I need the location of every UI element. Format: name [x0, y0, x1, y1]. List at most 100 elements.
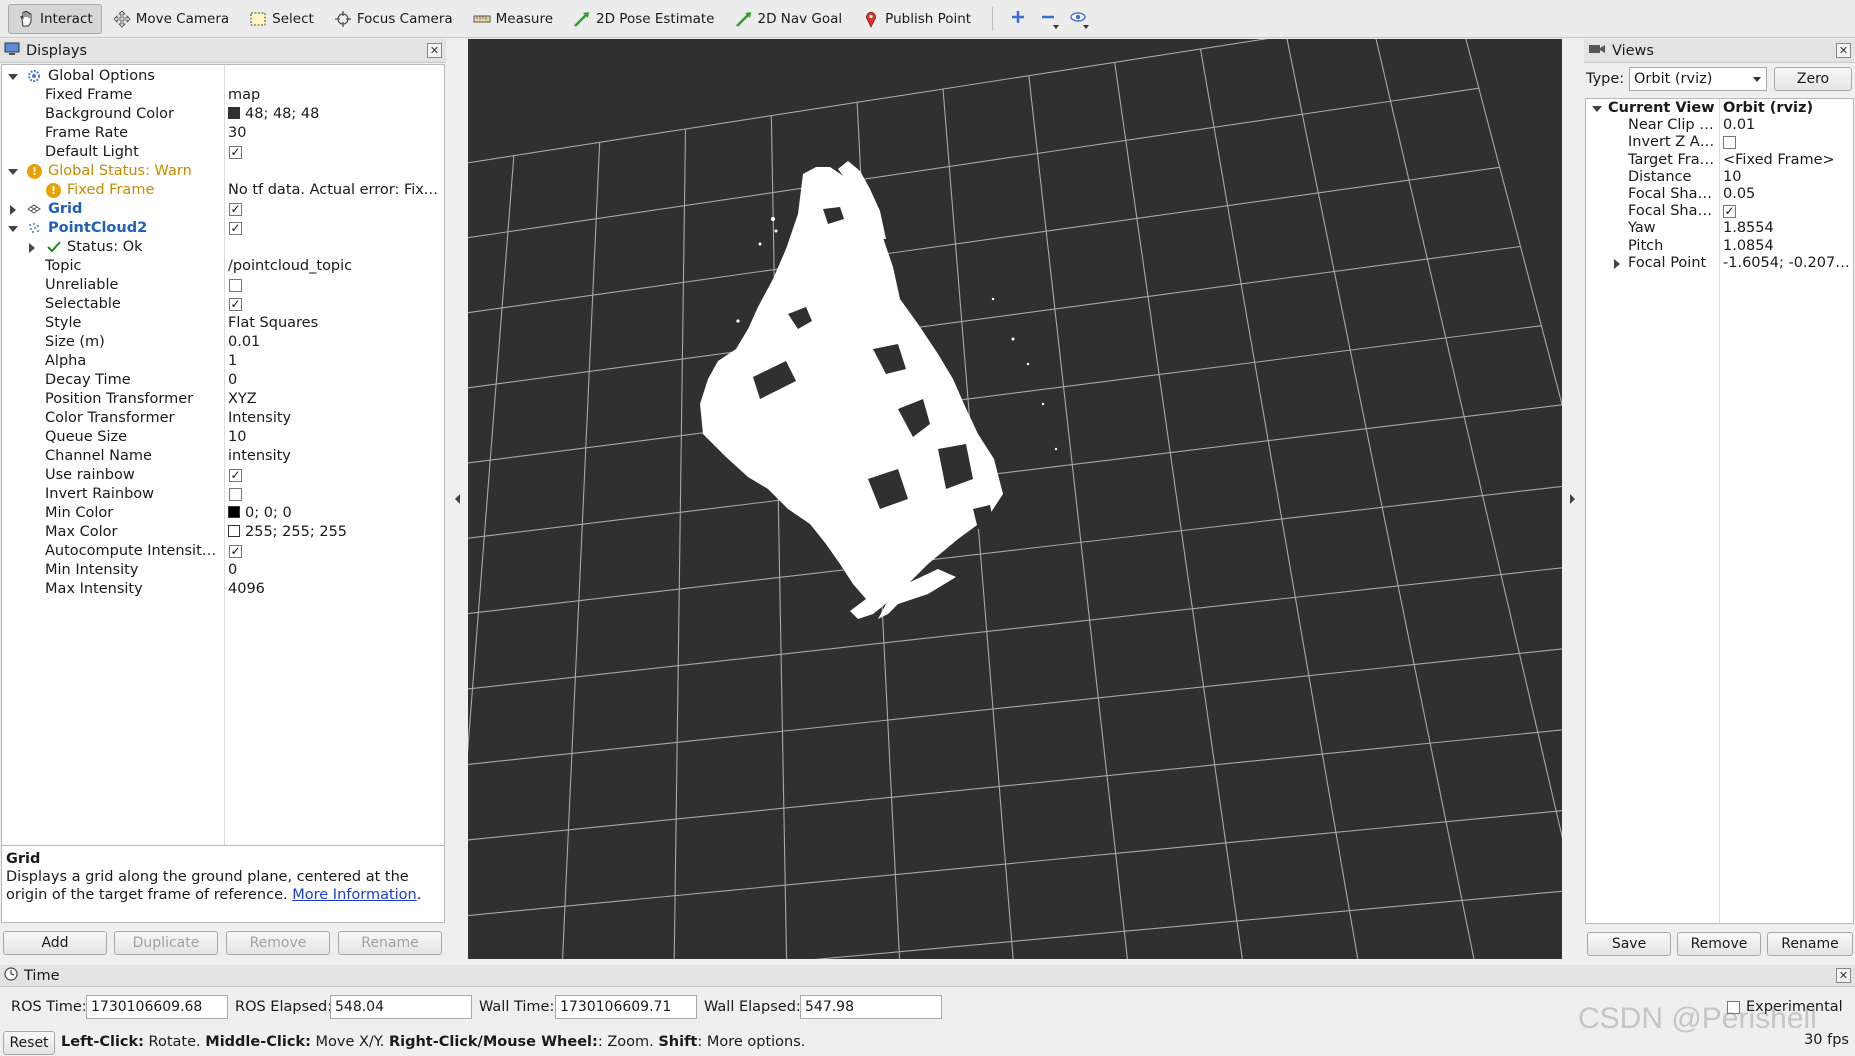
- display-property-row[interactable]: ! Fixed Frame No tf data. Actual error: Fi…: [2, 181, 444, 200]
- view-type-select[interactable]: Orbit (rviz): [1629, 67, 1767, 91]
- view-property-value[interactable]: 1.0854: [1723, 238, 1851, 254]
- view-property-row[interactable]: Invert Z Axis: [1586, 134, 1853, 151]
- view-property-value[interactable]: 0.05: [1723, 186, 1851, 202]
- expand-arrow-icon[interactable]: [8, 169, 18, 175]
- display-property-row[interactable]: Background Color 48; 48; 48: [2, 105, 444, 124]
- display-property-row[interactable]: Alpha 1: [2, 352, 444, 371]
- select-tool[interactable]: Select: [240, 4, 323, 34]
- display-property-row[interactable]: Min Intensity 0: [2, 561, 444, 580]
- render-viewport[interactable]: [468, 39, 1562, 959]
- wall-time-field[interactable]: 1730106609.71: [555, 995, 697, 1019]
- duplicate-display-button[interactable]: Duplicate: [114, 931, 218, 955]
- display-property-row[interactable]: Channel Name intensity: [2, 447, 444, 466]
- display-property-row[interactable]: Min Color 0; 0; 0: [2, 504, 444, 523]
- publish-point-tool[interactable]: Publish Point: [853, 4, 980, 34]
- display-property-row[interactable]: Fixed Frame map: [2, 86, 444, 105]
- property-value[interactable]: 48; 48; 48: [228, 106, 442, 122]
- view-property-row[interactable]: Current View Orbit (rviz): [1586, 100, 1853, 117]
- remove-display-button[interactable]: Remove: [226, 931, 330, 955]
- remove-tool-button[interactable]: [1033, 4, 1063, 34]
- view-property-value[interactable]: 1.8554: [1723, 220, 1851, 236]
- display-property-row[interactable]: Style Flat Squares: [2, 314, 444, 333]
- property-value[interactable]: 255; 255; 255: [228, 524, 442, 540]
- pose-estimate-tool[interactable]: 2D Pose Estimate: [564, 4, 723, 34]
- display-property-row[interactable]: Selectable ✓: [2, 295, 444, 314]
- display-property-row[interactable]: Autocompute Intensity Bounds ✓: [2, 542, 444, 561]
- view-tool-button[interactable]: [1063, 4, 1093, 34]
- display-property-row[interactable]: Decay Time 0: [2, 371, 444, 390]
- view-property-value[interactable]: 10: [1723, 169, 1851, 185]
- property-checkbox[interactable]: [229, 279, 242, 292]
- display-property-row[interactable]: Frame Rate 30: [2, 124, 444, 143]
- view-property-row[interactable]: Near Clip Distance 0.01: [1586, 117, 1853, 134]
- property-value[interactable]: intensity: [228, 448, 442, 464]
- display-property-row[interactable]: Use rainbow ✓: [2, 466, 444, 485]
- display-property-row[interactable]: Size (m) 0.01: [2, 333, 444, 352]
- display-property-row[interactable]: Grid ✓: [2, 200, 444, 219]
- property-checkbox[interactable]: ✓: [229, 469, 242, 482]
- display-property-row[interactable]: PointCloud2 ✓: [2, 219, 444, 238]
- display-property-row[interactable]: Invert Rainbow: [2, 485, 444, 504]
- rename-display-button[interactable]: Rename: [338, 931, 442, 955]
- property-value[interactable]: 4096: [228, 581, 442, 597]
- display-property-row[interactable]: Status: Ok: [2, 238, 444, 257]
- close-panel-button[interactable]: ✕: [1836, 43, 1851, 58]
- close-panel-button[interactable]: ✕: [427, 43, 442, 58]
- display-property-row[interactable]: ! Global Status: Warn: [2, 162, 444, 181]
- display-property-row[interactable]: Max Intensity 4096: [2, 580, 444, 599]
- property-value[interactable]: Intensity: [228, 410, 442, 426]
- view-property-row[interactable]: Focal Shape Size 0.05: [1586, 186, 1853, 203]
- remove-view-button[interactable]: Remove: [1677, 932, 1761, 956]
- collapse-arrow-icon[interactable]: [1614, 258, 1620, 269]
- view-property-row[interactable]: Pitch 1.0854: [1586, 238, 1853, 255]
- expand-arrow-icon[interactable]: [1592, 106, 1602, 112]
- display-property-row[interactable]: Max Color 255; 255; 255: [2, 523, 444, 542]
- more-information-link[interactable]: More Information: [292, 887, 417, 903]
- property-value[interactable]: Flat Squares: [228, 315, 442, 331]
- measure-tool[interactable]: Measure: [464, 4, 562, 34]
- property-checkbox[interactable]: ✓: [229, 203, 242, 216]
- wall-elapsed-field[interactable]: 547.98: [800, 995, 942, 1019]
- view-property-value[interactable]: -1.6054; -0.20797; 0: [1723, 255, 1851, 271]
- collapse-arrow-icon[interactable]: [10, 205, 16, 215]
- property-value[interactable]: 10: [228, 429, 442, 445]
- expand-arrow-icon[interactable]: [8, 226, 18, 232]
- display-property-row[interactable]: Global Options: [2, 67, 444, 86]
- expand-arrow-icon[interactable]: [8, 74, 18, 80]
- property-checkbox[interactable]: ✓: [229, 298, 242, 311]
- display-property-row[interactable]: Topic/pointcloud_topic: [2, 257, 444, 276]
- view-property-row[interactable]: Target Frame <Fixed Frame>: [1586, 152, 1853, 169]
- display-property-row[interactable]: Color Transformer Intensity: [2, 409, 444, 428]
- focus-camera-tool[interactable]: Focus Camera: [325, 4, 462, 34]
- collapse-arrow-icon[interactable]: [29, 243, 35, 253]
- view-property-value[interactable]: <Fixed Frame>: [1723, 152, 1851, 168]
- zero-button[interactable]: Zero: [1774, 67, 1852, 91]
- close-panel-button[interactable]: ✕: [1836, 968, 1851, 983]
- add-display-button[interactable]: Add: [3, 931, 107, 955]
- property-checkbox[interactable]: ✓: [229, 545, 242, 558]
- left-splitter[interactable]: [450, 39, 466, 959]
- add-tool-button[interactable]: [1003, 4, 1033, 34]
- rename-view-button[interactable]: Rename: [1767, 932, 1853, 956]
- view-property-value[interactable]: Orbit (rviz): [1723, 100, 1851, 116]
- view-property-checkbox[interactable]: [1723, 136, 1736, 150]
- property-value[interactable]: map: [228, 87, 442, 103]
- nav-goal-tool[interactable]: 2D Nav Goal: [726, 4, 852, 34]
- move-camera-tool[interactable]: Move Camera: [104, 4, 238, 34]
- property-value[interactable]: 30: [228, 125, 442, 141]
- property-value[interactable]: 0.01: [228, 334, 442, 350]
- display-property-row[interactable]: Unreliable: [2, 276, 444, 295]
- interact-tool[interactable]: Interact: [8, 3, 102, 34]
- property-checkbox[interactable]: ✓: [229, 146, 242, 159]
- ros-time-field[interactable]: 1730106609.68: [86, 995, 228, 1019]
- property-value[interactable]: No tf data. Actual error: Fixed Frame [m…: [228, 182, 442, 198]
- view-property-row[interactable]: Focal Point -1.6054; -0.20797; 0: [1586, 255, 1853, 272]
- reset-button[interactable]: Reset: [3, 1031, 55, 1055]
- property-value[interactable]: 0; 0; 0: [228, 505, 442, 521]
- property-value[interactable]: XYZ: [228, 391, 442, 407]
- right-splitter[interactable]: [1562, 39, 1584, 959]
- property-value[interactable]: 0: [228, 562, 442, 578]
- ros-elapsed-field[interactable]: 548.04: [330, 995, 472, 1019]
- view-property-row[interactable]: Focal Shape Fixed Size ✓: [1586, 203, 1853, 220]
- property-value[interactable]: 0: [228, 372, 442, 388]
